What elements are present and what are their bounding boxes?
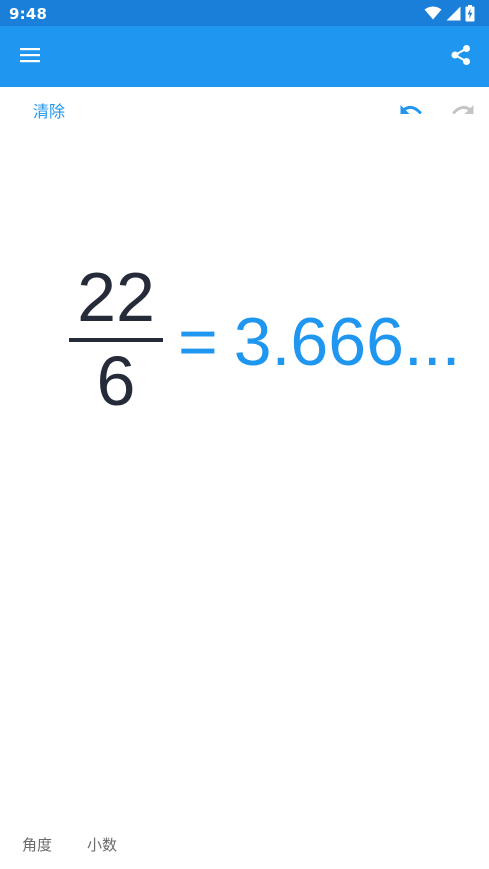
equals-sign: = bbox=[178, 304, 218, 380]
fraction: 22 6 bbox=[69, 258, 163, 420]
menu-button[interactable] bbox=[14, 41, 46, 73]
wifi-icon bbox=[424, 6, 442, 20]
app-bar bbox=[0, 26, 489, 87]
decimal-mode-button[interactable]: 小数 bbox=[87, 834, 117, 855]
numerator: 22 bbox=[77, 258, 155, 336]
undo-button[interactable] bbox=[396, 100, 426, 126]
angle-mode-button[interactable]: 角度 bbox=[22, 834, 52, 855]
result-display: = 3.666... bbox=[178, 302, 461, 382]
battery-charging-icon bbox=[465, 4, 475, 22]
redo-button[interactable] bbox=[448, 100, 478, 126]
status-time: 9:48 bbox=[9, 5, 48, 23]
share-icon bbox=[450, 44, 472, 70]
redo-icon bbox=[450, 103, 476, 123]
status-bar: 9:48 bbox=[0, 0, 489, 26]
undo-icon bbox=[398, 103, 424, 123]
cell-signal-icon bbox=[446, 6, 461, 21]
clear-button[interactable]: 清除 bbox=[33, 102, 65, 122]
menu-icon bbox=[20, 47, 40, 67]
result-value: 3.666... bbox=[233, 304, 461, 380]
denominator: 6 bbox=[96, 342, 136, 420]
status-icons bbox=[424, 4, 475, 22]
share-button[interactable] bbox=[445, 41, 477, 73]
